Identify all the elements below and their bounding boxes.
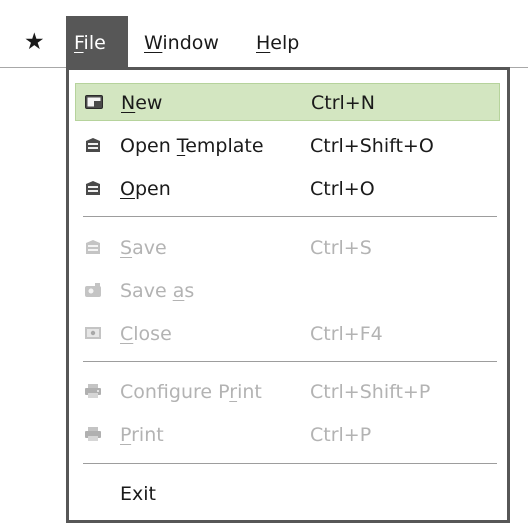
- menu-item-label: Print: [120, 424, 164, 446]
- menu-item-print[interactable]: Print Ctrl+P: [75, 416, 500, 454]
- menu-item-open-template[interactable]: Open Template Ctrl+Shift+O: [75, 127, 500, 165]
- menu-item-label: Save: [120, 237, 167, 259]
- save-as-icon: [85, 283, 101, 297]
- menu-item-label: New: [121, 92, 163, 114]
- menu-item-label: Configure Print: [120, 381, 262, 403]
- save-icon: [86, 240, 100, 254]
- star-icon[interactable]: ★: [24, 28, 45, 56]
- menu-item-save-as[interactable]: Save as: [75, 272, 500, 310]
- menu-separator: [83, 216, 497, 217]
- menu-item-exit[interactable]: Exit: [75, 475, 500, 513]
- configure-print-icon: [85, 384, 101, 398]
- menu-item-open[interactable]: Open Ctrl+O: [75, 170, 500, 208]
- menu-item-shortcut: Ctrl+N: [311, 92, 375, 114]
- file-menu-dropdown: New Ctrl+N Open Template Ctrl+Shift+O Op…: [66, 67, 510, 523]
- menu-item-shortcut: Ctrl+F4: [310, 323, 383, 345]
- menu-help[interactable]: Help: [248, 16, 320, 68]
- menu-window[interactable]: Window: [136, 16, 244, 68]
- new-document-icon: [85, 95, 103, 109]
- menu-item-label: Open Template: [120, 135, 264, 157]
- menu-item-shortcut: Ctrl+O: [310, 178, 375, 200]
- open-template-icon: [86, 138, 100, 152]
- menu-item-close[interactable]: Close Ctrl+F4: [75, 315, 500, 353]
- menu-item-shortcut: Ctrl+Shift+O: [310, 135, 434, 157]
- menu-item-shortcut: Ctrl+Shift+P: [310, 381, 431, 403]
- menu-item-label: Open: [120, 178, 171, 200]
- menu-bar: ★ File Window Help: [0, 0, 528, 68]
- menu-item-shortcut: Ctrl+S: [310, 237, 372, 259]
- menu-item-label: Close: [120, 323, 172, 345]
- open-icon: [86, 181, 100, 195]
- menu-file[interactable]: File: [66, 16, 128, 68]
- menu-item-new[interactable]: New Ctrl+N: [75, 83, 500, 121]
- menu-item-save[interactable]: Save Ctrl+S: [75, 229, 500, 267]
- menu-separator: [83, 361, 497, 362]
- menu-item-configure-print[interactable]: Configure Print Ctrl+Shift+P: [75, 373, 500, 411]
- menu-item-shortcut: Ctrl+P: [310, 424, 372, 446]
- close-icon: [85, 327, 101, 339]
- file-menu-panel: New Ctrl+N Open Template Ctrl+Shift+O Op…: [69, 70, 507, 520]
- menu-item-label: Exit: [120, 483, 156, 505]
- printer-icon: [85, 427, 101, 441]
- menu-separator: [83, 463, 497, 464]
- menu-item-label: Save as: [120, 280, 195, 302]
